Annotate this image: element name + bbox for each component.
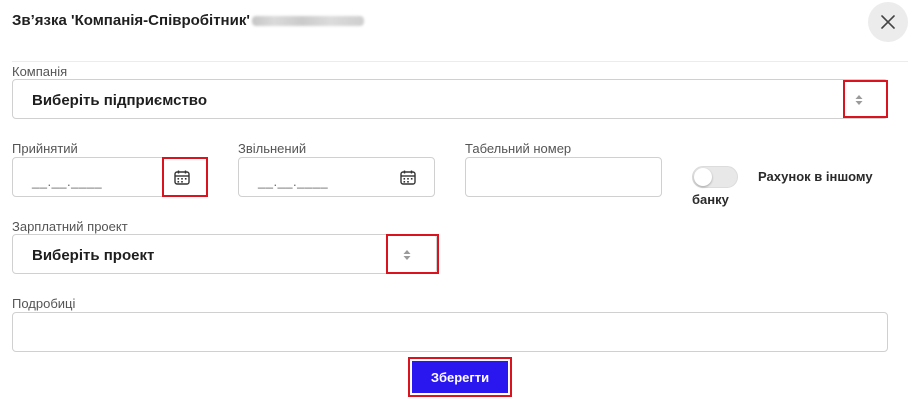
company-label: Компанія (12, 64, 68, 79)
salary-project-select[interactable]: Виберіть проект (12, 234, 437, 274)
close-icon (881, 15, 895, 29)
hired-label: Прийнятий (12, 141, 78, 156)
details-label: Подробиці (12, 296, 76, 311)
hired-date-placeholder: __.__.____ (32, 174, 103, 189)
details-input[interactable] (12, 312, 888, 352)
salary-project-select-value: Виберіть проект (32, 247, 155, 264)
company-select-arrow-highlight[interactable] (843, 80, 888, 118)
save-button[interactable]: Зберегти (412, 361, 508, 393)
fired-label: Звільнений (238, 141, 307, 156)
salary-project-label: Зарплатний проект (12, 219, 128, 234)
calendar-icon (174, 170, 190, 185)
calendar-icon[interactable] (400, 170, 416, 185)
fired-date-placeholder: __.__.____ (258, 174, 329, 189)
other-bank-label-line2: банку (692, 192, 729, 207)
close-button[interactable] (868, 2, 908, 42)
header-divider (12, 61, 908, 62)
other-bank-toggle[interactable] (692, 166, 738, 188)
other-bank-label-line1: Рахунок в іншому (758, 169, 873, 184)
hired-calendar-button[interactable] (162, 157, 208, 197)
save-button-highlight: Зберегти (408, 357, 512, 397)
sort-arrows-icon (855, 95, 863, 105)
sort-arrows-icon (403, 250, 411, 260)
personnel-number-input[interactable] (465, 157, 662, 197)
personnel-number-label: Табельний номер (465, 141, 572, 156)
dialog-title: Зв’язка 'Компанія-Співробітник' (12, 12, 364, 29)
fired-date-input[interactable]: __.__.____ (238, 157, 435, 197)
redacted-employee-name (251, 16, 364, 27)
salary-project-arrow-highlight[interactable] (386, 234, 439, 274)
company-select[interactable]: Виберіть підприємство (12, 79, 888, 119)
company-select-value: Виберіть підприємство (32, 92, 207, 109)
dialog-title-text: Зв’язка 'Компанія-Співробітник' (12, 12, 250, 29)
toggle-knob (694, 168, 712, 186)
